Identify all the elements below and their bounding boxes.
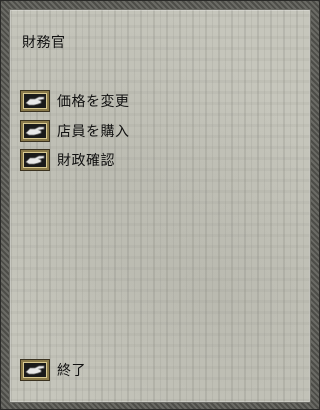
panel-title: 財務官 [22, 35, 66, 51]
menu-item-buy-clerk[interactable]: 店員を購入 [21, 120, 130, 142]
pointing-hand-icon [21, 150, 49, 170]
menu-item-label: 店員を購入 [57, 124, 130, 140]
pointing-hand-icon [21, 121, 49, 141]
menu-item-label: 価格を変更 [57, 94, 130, 110]
menu-panel [9, 9, 311, 403]
window-frame: 財務官 価格を変更 店員を購入 財政確認 終了 [0, 0, 320, 410]
pointing-hand-icon [21, 91, 49, 111]
pointing-hand-icon [21, 360, 49, 380]
menu-item-label: 財政確認 [57, 153, 115, 169]
menu-item-exit[interactable]: 終了 [21, 359, 86, 381]
menu-item-label: 終了 [57, 363, 86, 379]
menu-item-change-price[interactable]: 価格を変更 [21, 90, 130, 112]
menu-item-check-finances[interactable]: 財政確認 [21, 149, 115, 171]
